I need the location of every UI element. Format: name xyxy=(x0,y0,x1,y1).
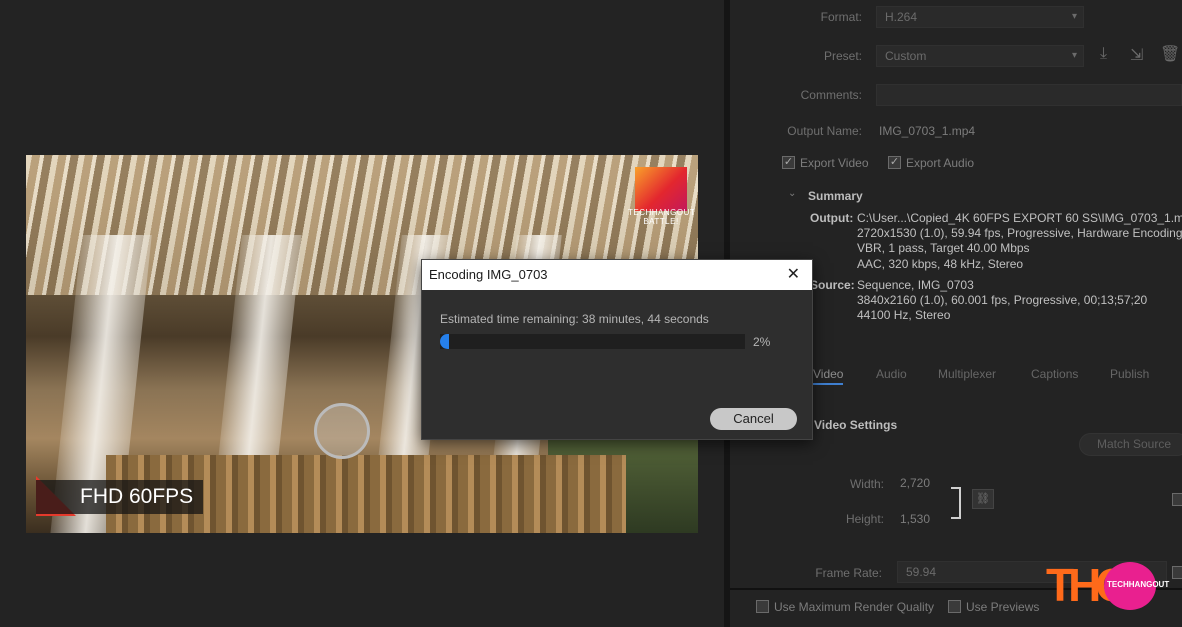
summary-source-line: Sequence, IMG_0703 xyxy=(857,278,974,292)
video-settings-heading: Video Settings xyxy=(814,418,898,432)
chevron-down-icon: ▾ xyxy=(1071,50,1077,61)
export-video-label: Export Video xyxy=(800,156,869,170)
summary-source-line: 3840x2160 (1.0), 60.001 fps, Progressive… xyxy=(857,293,1148,307)
tab-publish[interactable]: Publish xyxy=(1110,367,1149,381)
max-render-quality-label: Use Maximum Render Quality xyxy=(774,600,935,614)
preset-dropdown[interactable]: Custom ▾ xyxy=(876,45,1084,67)
width-label: Width: xyxy=(849,477,884,491)
progress-fill xyxy=(440,334,450,349)
watermark-name: TECHHANGOUT xyxy=(1107,580,1170,589)
export-audio-checkbox[interactable]: ✓ xyxy=(888,156,901,169)
frame-rate-checkbox[interactable] xyxy=(1172,566,1182,579)
techhangout-battle-logo xyxy=(635,167,687,211)
cancel-button[interactable]: Cancel xyxy=(710,408,797,430)
use-previews-checkbox[interactable] xyxy=(948,600,961,613)
import-preset-icon[interactable]: ⇲ xyxy=(1130,45,1143,65)
comments-label: Comments: xyxy=(800,88,862,102)
tab-video[interactable]: Video xyxy=(813,367,844,385)
summary-output-line: C:\User...\Copied_4K 60FPS EXPORT 60 SS\… xyxy=(857,211,1182,225)
tab-captions[interactable]: Captions xyxy=(1031,367,1078,381)
comments-field[interactable] xyxy=(876,84,1182,106)
max-render-quality-checkbox[interactable] xyxy=(756,600,769,613)
save-preset-icon[interactable]: ⤓ xyxy=(1100,45,1107,63)
output-name-label: Output Name: xyxy=(787,124,862,138)
electric-fan xyxy=(314,403,370,459)
dialog-titlebar[interactable]: Encoding IMG_0703 ✕ xyxy=(422,260,812,290)
resize-checkbox[interactable] xyxy=(1172,493,1182,506)
width-value[interactable]: 2,720 xyxy=(900,476,930,490)
export-video-checkbox[interactable]: ✓ xyxy=(782,156,795,169)
summary-output-label: Output: xyxy=(810,211,854,225)
resolution-badge: FHD 60FPS xyxy=(36,480,204,514)
time-remaining-text: Estimated time remaining: 38 minutes, 44… xyxy=(440,312,709,326)
height-label: Height: xyxy=(845,512,884,526)
summary-output-line: AAC, 320 kbps, 48 kHz, Stereo xyxy=(857,257,1024,271)
preset-value: Custom xyxy=(885,49,927,63)
format-dropdown[interactable]: H.264 ▾ xyxy=(876,6,1084,28)
aspect-bracket xyxy=(951,487,961,519)
format-label: Format: xyxy=(820,10,862,24)
encoding-progress-bar xyxy=(440,334,745,349)
summary-output-line: 2720x1530 (1.0), 59.94 fps, Progressive,… xyxy=(857,226,1182,240)
premiere-export-screen: TECHHANGOUT BATTLE! FHD 60FPS Format: H.… xyxy=(0,0,1182,627)
dialog-title: Encoding IMG_0703 xyxy=(429,267,548,282)
encoding-dialog: Encoding IMG_0703 ✕ Estimated time remai… xyxy=(421,259,813,440)
export-audio-label: Export Audio xyxy=(906,156,975,170)
frame-rate-label: Frame Rate: xyxy=(815,566,882,580)
format-value: H.264 xyxy=(885,10,918,24)
summary-heading: Summary xyxy=(808,189,863,203)
use-previews-label: Use Previews xyxy=(966,600,1040,614)
chevron-down-icon: ▾ xyxy=(1071,11,1077,22)
summary-source-label: Source: xyxy=(810,278,855,292)
frame-rate-value: 59.94 xyxy=(906,565,937,579)
tab-audio[interactable]: Audio xyxy=(876,367,907,381)
output-name-link[interactable]: IMG_0703_1.mp4 xyxy=(879,124,975,138)
close-icon[interactable]: ✕ xyxy=(787,260,800,290)
delete-preset-icon[interactable]: 🗑 xyxy=(1160,44,1180,64)
height-value[interactable]: 1,530 xyxy=(900,512,930,526)
summary-chevron-icon[interactable]: ⌄ xyxy=(788,188,796,199)
match-source-button[interactable]: Match Source xyxy=(1079,433,1182,456)
chain-link-icon[interactable]: ⛓ xyxy=(972,489,994,509)
summary-source-line: 44100 Hz, Stereo xyxy=(857,308,951,322)
logo-caption: TECHHANGOUT BATTLE! xyxy=(628,208,696,226)
progress-percent: 2% xyxy=(753,335,771,349)
tab-multiplexer[interactable]: Multiplexer xyxy=(938,367,996,381)
preset-label: Preset: xyxy=(823,49,862,63)
techhangout-watermark: THO TECHHANGOUT xyxy=(1046,560,1169,612)
summary-output-line: VBR, 1 pass, Target 40.00 Mbps xyxy=(857,241,1030,255)
